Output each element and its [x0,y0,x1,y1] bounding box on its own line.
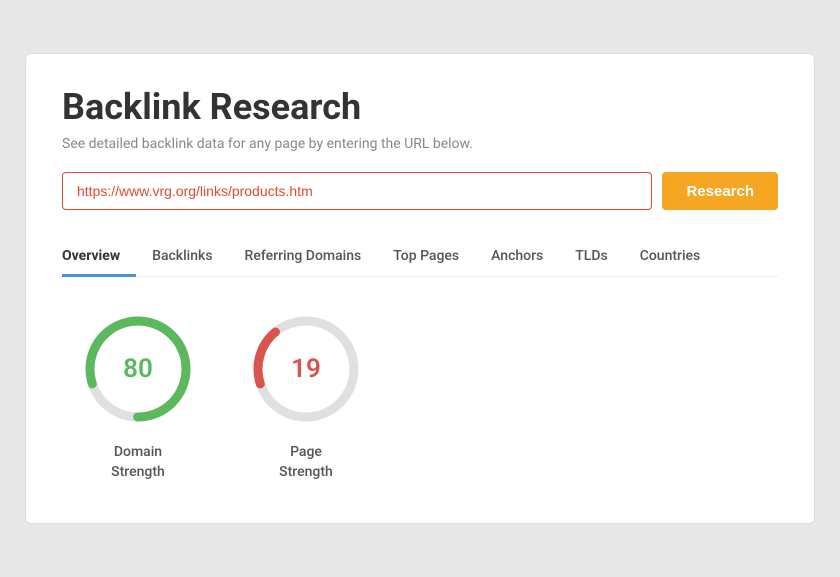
tab-anchors[interactable]: Anchors [475,238,559,277]
tab-countries[interactable]: Countries [624,238,717,277]
search-row: Research [62,172,778,210]
page-title: Backlink Research [62,86,778,128]
page-strength-gauge: 19 [246,309,366,429]
main-card: Backlink Research See detailed backlink … [25,53,815,523]
research-button[interactable]: Research [662,172,778,210]
page-subtitle: See detailed backlink data for any page … [62,136,778,152]
tab-tlds[interactable]: TLDs [559,238,623,277]
domain-strength-value: 80 [123,354,153,384]
metrics-row: 80 DomainStrength 19 PageStrength [62,309,778,482]
domain-strength-gauge: 80 [78,309,198,429]
page-strength-value: 19 [291,354,321,384]
domain-strength-label: DomainStrength [111,443,165,482]
tab-top-pages[interactable]: Top Pages [377,238,475,277]
page-strength-label: PageStrength [279,443,333,482]
url-input[interactable] [62,172,652,210]
tabs-nav: Overview Backlinks Referring Domains Top… [62,238,778,277]
tab-overview[interactable]: Overview [62,238,136,277]
tab-referring-domains[interactable]: Referring Domains [229,238,378,277]
page-strength-metric: 19 PageStrength [246,309,366,482]
tab-backlinks[interactable]: Backlinks [136,238,228,277]
domain-strength-metric: 80 DomainStrength [78,309,198,482]
